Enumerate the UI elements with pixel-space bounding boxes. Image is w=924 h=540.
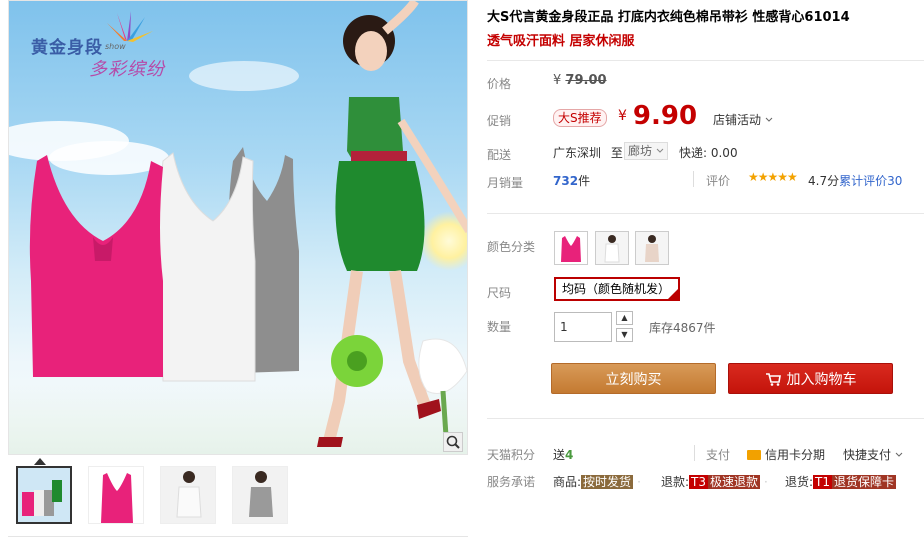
- add-to-cart-label: 加入购物车: [786, 371, 857, 388]
- credit-card-icon: [747, 450, 761, 460]
- quantity-label: 数量: [487, 320, 512, 334]
- color-label: 颜色分类: [487, 240, 536, 254]
- store-activity-dropdown[interactable]: 店铺活动: [713, 111, 773, 128]
- divider: [487, 60, 924, 61]
- size-label: 尺码: [487, 286, 512, 300]
- service-label: 服务承诺: [487, 475, 536, 489]
- size-option-label: 均码（颜色随机发）: [562, 282, 671, 296]
- credit-card-installment-link[interactable]: 信用卡分期: [747, 446, 825, 463]
- divider: [487, 213, 924, 214]
- tank-tops-illustration: [29, 147, 299, 382]
- points-number: 4: [565, 448, 574, 462]
- rating-score: 4.7分: [808, 174, 840, 188]
- points-value: 送4: [553, 446, 573, 463]
- size-option-selected[interactable]: 均码（颜色随机发）: [554, 277, 680, 301]
- product-subtitle: 透气吸汗面料 居家休闲服: [487, 34, 635, 49]
- thumbnail-2[interactable]: [88, 466, 144, 524]
- chevron-down-icon: [765, 117, 773, 122]
- service-2-code: T3: [689, 475, 709, 489]
- quantity-increase-button[interactable]: ▲: [616, 311, 633, 325]
- rating-summary[interactable]: 4.7分累计评价30: [808, 172, 902, 189]
- chevron-down-icon: [656, 148, 664, 153]
- ship-destination: 廊坊: [628, 144, 653, 158]
- promo-badge: 大S推荐: [553, 109, 607, 127]
- thumbnail-1[interactable]: [16, 466, 72, 524]
- thumbnail-3[interactable]: [160, 466, 216, 524]
- brand-logo: 黄金身段 show 多彩缤纷: [27, 11, 177, 85]
- color-option-grey[interactable]: [635, 231, 669, 265]
- dot-separator: ·: [764, 475, 768, 489]
- credit-card-label: 信用卡分期: [765, 448, 826, 462]
- service-3-prefix: 退货:: [785, 475, 814, 489]
- thumb-selected-arrow-icon: [34, 458, 46, 465]
- service-1-tag: 按时发货: [581, 475, 634, 489]
- rating-label: 评价: [706, 174, 731, 188]
- separator: [693, 171, 694, 187]
- color-option-pink[interactable]: [554, 231, 588, 265]
- brand-slogan: 多彩缤纷: [89, 59, 165, 80]
- points-prefix: 送: [553, 448, 566, 462]
- product-title: 大S代言黄金身段正品 打底内衣纯色棉吊带衫 性感背心61014: [487, 10, 850, 25]
- promo-price-value: 9.90: [632, 101, 698, 131]
- dot-separator: ·: [637, 475, 641, 489]
- shipping-fee: 快递: 0.00: [679, 146, 738, 160]
- separator: [694, 445, 695, 461]
- currency-symbol: ¥: [553, 73, 562, 88]
- service-3-tag: 退货保障卡: [832, 475, 897, 489]
- service-promise-3[interactable]: 退货: T1 退货保障卡: [785, 473, 897, 490]
- monthly-sales-label: 月销量: [487, 176, 524, 190]
- buy-now-label: 立刻购买: [605, 371, 662, 388]
- ship-from: 广东深圳 至: [553, 144, 623, 161]
- buy-now-button[interactable]: 立刻购买: [551, 363, 716, 394]
- color-option-white[interactable]: [595, 231, 629, 265]
- monthly-sales: 732件: [553, 172, 590, 189]
- add-to-cart-button[interactable]: 加入购物车: [728, 363, 893, 394]
- review-count-link[interactable]: 累计评价30: [839, 174, 902, 188]
- quantity-decrease-button[interactable]: ▼: [616, 328, 633, 342]
- thumbnail-list: [16, 466, 288, 524]
- ship-destination-select[interactable]: 廊坊: [624, 142, 668, 160]
- monthly-sales-count: 732: [553, 174, 579, 188]
- service-1-prefix: 商品:: [553, 475, 582, 489]
- payment-label: 支付: [706, 448, 731, 462]
- service-2-prefix: 退款:: [661, 475, 690, 489]
- ship-to-word: 至: [610, 146, 623, 160]
- product-gallery: 黄金身段 show 多彩缤纷: [8, 0, 468, 540]
- promo-price: ¥9.90: [618, 101, 697, 131]
- zoom-magnifier-icon[interactable]: [443, 432, 463, 452]
- promo-label: 促销: [487, 114, 512, 128]
- original-price: ¥ 79.00: [553, 73, 607, 88]
- thumbnail-4[interactable]: [232, 466, 288, 524]
- service-3-code: T1: [813, 475, 833, 489]
- stock-count: 库存4867件: [649, 321, 716, 335]
- cart-icon: [765, 372, 781, 386]
- promo-currency: ¥: [618, 108, 627, 124]
- rating-stars-icon: ★★★★★: [748, 170, 798, 184]
- cloud-decoration: [189, 61, 299, 91]
- fast-pay-label: 快捷支付: [843, 448, 892, 462]
- service-2-tag: 极速退款: [708, 475, 761, 489]
- points-label: 天猫积分: [487, 448, 536, 462]
- chevron-down-icon: [895, 452, 903, 457]
- service-promise-2[interactable]: 退款: T3 极速退款 ·: [661, 473, 772, 490]
- price-label: 价格: [487, 77, 512, 91]
- monthly-sales-unit: 件: [578, 174, 591, 188]
- quantity-input[interactable]: [554, 312, 612, 342]
- original-price-value: 79.00: [565, 73, 607, 88]
- divider: [487, 418, 924, 419]
- fast-pay-link[interactable]: 快捷支付: [843, 446, 903, 463]
- service-promise-1[interactable]: 商品: 按时发货 ·: [553, 473, 645, 490]
- selected-check-icon: [668, 289, 678, 299]
- gallery-divider: [8, 536, 468, 537]
- brand-show-text: show: [105, 42, 126, 51]
- ship-origin: 广东深圳: [553, 146, 602, 160]
- delivery-label: 配送: [487, 148, 512, 162]
- store-activity-label: 店铺活动: [713, 113, 762, 127]
- main-product-image[interactable]: 黄金身段 show 多彩缤纷: [8, 0, 468, 455]
